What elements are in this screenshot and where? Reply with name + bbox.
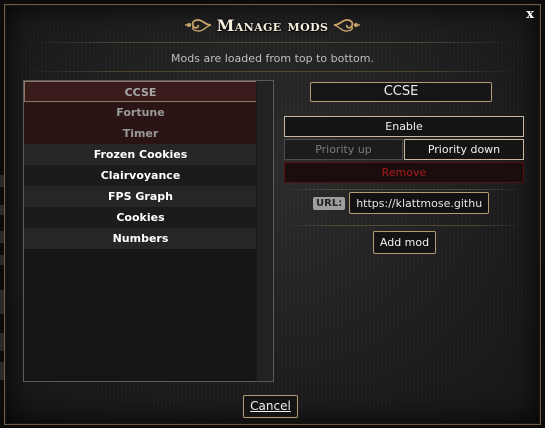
cancel-button[interactable]: Cancel: [243, 395, 298, 418]
url-row: URL:: [313, 192, 490, 214]
enable-button[interactable]: Enable: [284, 116, 524, 137]
url-input[interactable]: [349, 192, 490, 214]
mod-list: CCSE Fortune Timer Frozen Cookies Clairv…: [23, 80, 274, 382]
divider: [284, 189, 524, 190]
divider: [25, 42, 520, 43]
mod-list-item-fortune[interactable]: Fortune: [24, 102, 257, 123]
title-ornament-left-icon: [184, 19, 211, 32]
dialog-title: Manage mods: [216, 15, 329, 35]
mod-list-item-fps-graph[interactable]: FPS Graph: [24, 186, 257, 207]
divider: [284, 225, 524, 226]
url-label: URL:: [313, 196, 346, 210]
dialog-subtitle: Mods are loaded from top to bottom.: [171, 52, 374, 65]
manage-mods-dialog: x Manage mods Mods are loaded from top t…: [4, 4, 541, 425]
mod-list-item-frozen-cookies[interactable]: Frozen Cookies: [24, 144, 257, 165]
add-mod-button[interactable]: Add mod: [373, 231, 436, 254]
mod-list-item-clairvoyance[interactable]: Clairvoyance: [24, 165, 257, 186]
title-ornament-right-icon: [334, 19, 361, 32]
selected-mod-name: CCSE: [310, 82, 492, 102]
priority-down-button[interactable]: Priority down: [404, 139, 524, 160]
remove-button[interactable]: Remove: [284, 162, 524, 183]
mod-list-item-ccse[interactable]: CCSE: [24, 81, 257, 102]
mod-list-item-timer[interactable]: Timer: [24, 123, 257, 144]
mod-list-scrollbar[interactable]: [256, 81, 273, 381]
mod-list-item-numbers[interactable]: Numbers: [24, 228, 257, 249]
priority-up-button[interactable]: Priority up: [284, 139, 403, 160]
dialog-header: Manage mods: [5, 13, 540, 37]
mod-list-item-cookies[interactable]: Cookies: [24, 207, 257, 228]
divider: [25, 71, 520, 72]
